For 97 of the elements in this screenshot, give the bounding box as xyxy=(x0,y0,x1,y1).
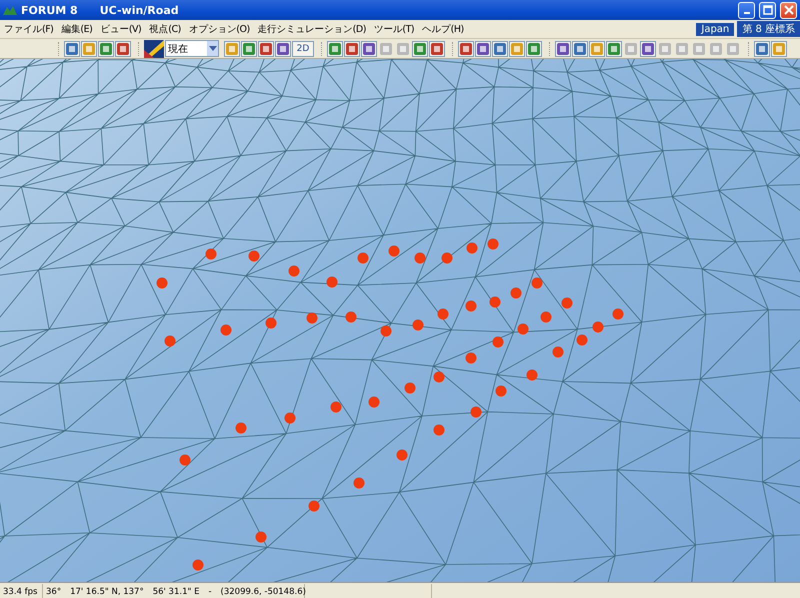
scene-icon xyxy=(144,40,164,58)
toolbar-button[interactable] xyxy=(275,40,291,56)
toolbar-button[interactable] xyxy=(589,40,605,56)
toolbar-button[interactable] xyxy=(327,40,343,56)
toolbar-button[interactable] xyxy=(429,40,445,56)
control-point[interactable] xyxy=(466,242,478,254)
menu-item[interactable]: 編集(E) xyxy=(61,22,92,36)
control-point[interactable] xyxy=(308,500,320,512)
toolbar-button[interactable] xyxy=(361,40,377,56)
menu-item[interactable]: 走行シミュレーション(D) xyxy=(258,22,366,36)
close-button[interactable] xyxy=(780,2,797,18)
menu-item[interactable]: 視点(C) xyxy=(149,22,181,36)
control-point[interactable] xyxy=(470,406,482,418)
close-icon xyxy=(784,5,794,15)
control-point[interactable] xyxy=(488,238,498,250)
toolbar-button[interactable] xyxy=(640,40,656,56)
control-point[interactable] xyxy=(306,312,318,324)
control-point[interactable] xyxy=(326,276,338,288)
toolbar-button[interactable] xyxy=(572,40,588,56)
control-point[interactable] xyxy=(368,396,380,408)
control-point[interactable] xyxy=(164,336,176,346)
toolbar-button[interactable] xyxy=(81,40,97,56)
control-point[interactable] xyxy=(442,252,452,264)
menu-item[interactable]: ビュー(V) xyxy=(100,22,142,36)
control-point[interactable] xyxy=(526,370,538,380)
toolbar-button[interactable] xyxy=(555,40,571,56)
viewpoint-dropdown[interactable]: 現在 xyxy=(165,40,219,57)
control-point[interactable] xyxy=(562,298,572,308)
control-point[interactable] xyxy=(404,382,416,394)
control-point[interactable] xyxy=(540,312,552,322)
control-point[interactable] xyxy=(576,334,588,346)
control-point[interactable] xyxy=(492,336,504,348)
maximize-icon xyxy=(762,5,772,15)
coordinates-readout: 36° 17' 16.5" N, 137° 56' 31.1" E - (32099.6, -50148.6) xyxy=(43,584,305,598)
toolbar-button[interactable] xyxy=(224,40,240,56)
control-point[interactable] xyxy=(284,412,296,424)
control-point[interactable] xyxy=(396,450,408,460)
control-point[interactable] xyxy=(510,288,522,298)
menu-item[interactable]: オプション(O) xyxy=(188,22,250,36)
2d-button[interactable]: 2D xyxy=(292,40,314,56)
control-point[interactable] xyxy=(496,386,506,396)
window-title: FORUM 8 xyxy=(21,4,78,16)
control-point[interactable] xyxy=(438,308,448,320)
toolbar-button[interactable] xyxy=(771,40,787,56)
control-point[interactable] xyxy=(518,324,528,334)
control-point[interactable] xyxy=(180,454,190,466)
control-point[interactable] xyxy=(358,252,368,264)
control-point[interactable] xyxy=(288,266,300,276)
coordinate-system-label: 第 8 座標系 xyxy=(737,21,800,37)
toolbar-button[interactable] xyxy=(492,40,508,56)
control-point[interactable] xyxy=(490,296,500,308)
toolbar-button[interactable] xyxy=(344,40,360,56)
maximize-button[interactable] xyxy=(759,2,776,18)
control-point[interactable] xyxy=(434,372,444,382)
toolbar-button[interactable] xyxy=(526,40,542,56)
toolbar-button[interactable] xyxy=(754,40,770,56)
control-point[interactable] xyxy=(248,250,260,262)
control-point[interactable] xyxy=(236,422,246,434)
toolbar-button[interactable] xyxy=(412,40,428,56)
menu-item[interactable]: ファイル(F) xyxy=(4,22,54,36)
toolbar-button[interactable] xyxy=(475,40,491,56)
control-point[interactable] xyxy=(388,246,400,256)
control-point[interactable] xyxy=(466,352,476,364)
control-point[interactable] xyxy=(346,312,356,322)
toolbar-button[interactable] xyxy=(98,40,114,56)
control-point[interactable] xyxy=(380,326,392,336)
control-point[interactable] xyxy=(552,346,564,358)
menu-item[interactable]: ツール(T) xyxy=(374,22,414,36)
control-point[interactable] xyxy=(414,252,426,264)
toolbar-button[interactable] xyxy=(258,40,274,56)
control-point[interactable] xyxy=(266,318,276,328)
country-label: Japan xyxy=(696,22,734,36)
toolbar-button[interactable] xyxy=(64,40,80,56)
control-point[interactable] xyxy=(592,322,604,332)
control-point[interactable] xyxy=(256,532,266,542)
control-point[interactable] xyxy=(330,402,342,412)
control-point[interactable] xyxy=(466,300,476,312)
control-point[interactable] xyxy=(354,478,364,488)
toolbar-button[interactable] xyxy=(606,40,622,56)
control-point[interactable] xyxy=(220,324,232,336)
fps-readout: 33.4 fps xyxy=(0,584,43,598)
control-point[interactable] xyxy=(192,560,204,570)
control-point[interactable] xyxy=(412,320,424,330)
menu-item[interactable]: ヘルプ(H) xyxy=(422,22,464,36)
minimize-button[interactable] xyxy=(738,2,755,18)
toolbar-button[interactable] xyxy=(241,40,257,56)
toolbar-button[interactable] xyxy=(458,40,474,56)
window-title: UC-win/Road xyxy=(100,4,179,16)
dropdown-arrow-icon xyxy=(208,46,216,52)
control-point[interactable] xyxy=(156,278,168,288)
mountain-logo-icon xyxy=(3,5,17,15)
control-point[interactable] xyxy=(612,308,624,320)
control-point[interactable] xyxy=(434,424,444,436)
control-point[interactable] xyxy=(532,278,542,288)
toolbar-button[interactable] xyxy=(509,40,525,56)
control-point[interactable] xyxy=(206,248,216,260)
toolbar-button[interactable] xyxy=(115,40,131,56)
